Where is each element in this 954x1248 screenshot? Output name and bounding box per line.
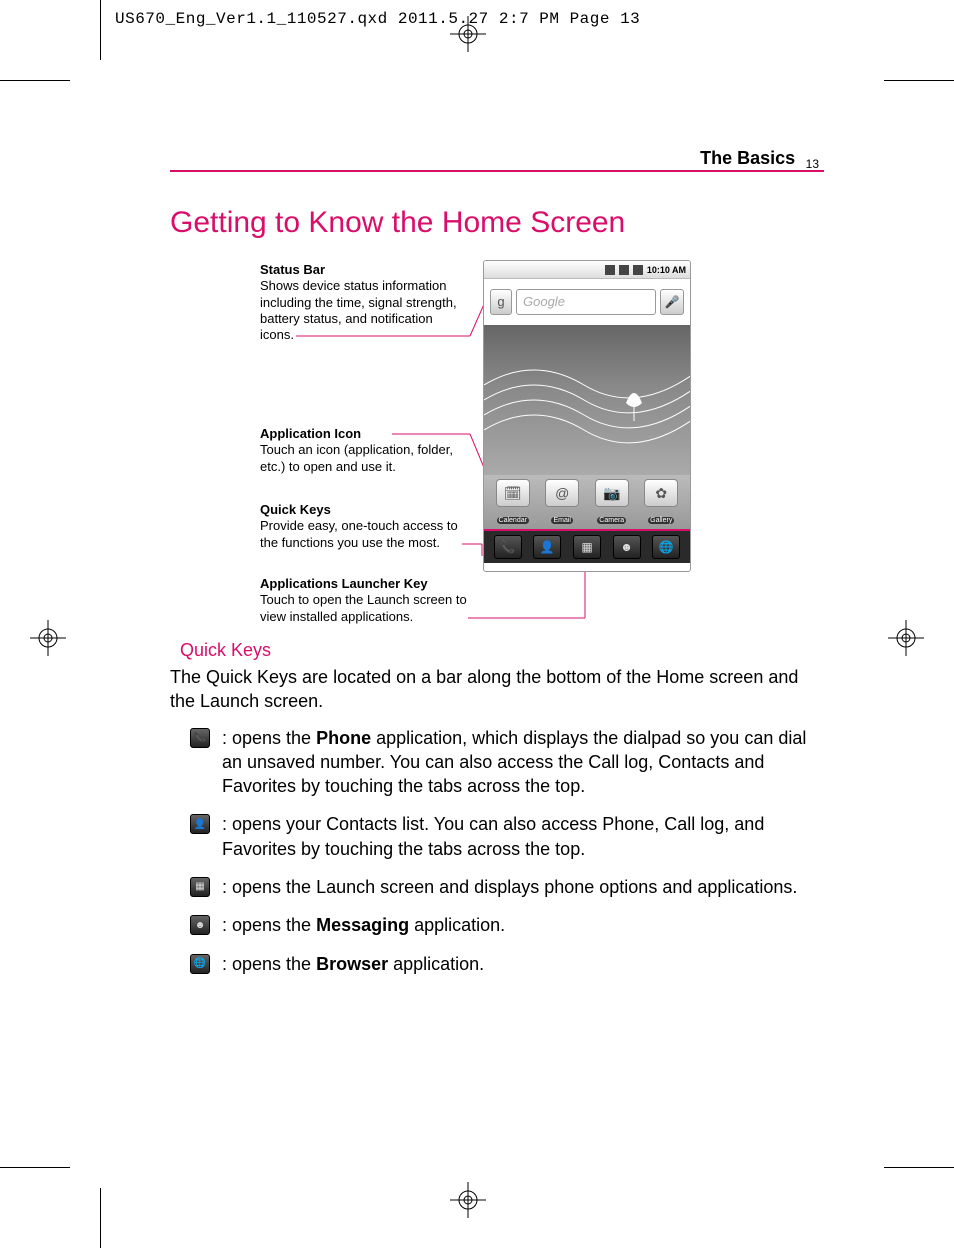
app-email: @ Email xyxy=(539,479,585,527)
quick-key-phone-text: : opens the Phone application, which dis… xyxy=(222,726,824,799)
crop-mark xyxy=(0,80,70,81)
home-screen-diagram: Status Bar Shows device status informati… xyxy=(170,256,824,626)
email-icon: @ xyxy=(545,479,579,507)
quick-keys-bar: 📞 👤 ▦ ☻ 🌐 xyxy=(484,529,690,563)
quick-key-launch: ▦ : opens the Launch screen and displays… xyxy=(190,875,824,899)
quick-key-contacts-text: : opens your Contacts list. You can also… xyxy=(222,812,824,861)
crop-mark xyxy=(0,1167,70,1168)
quick-key-phone: 📞 : opens the Phone application, which d… xyxy=(190,726,824,799)
app-gallery: ✿ Gallery xyxy=(638,479,684,527)
section-title: The Basics xyxy=(700,148,795,169)
quick-key-contacts: 👤 : opens your Contacts list. You can al… xyxy=(190,812,824,861)
browser-icon: 🌐 xyxy=(652,535,680,559)
search-input: Google xyxy=(516,289,656,315)
running-header: The Basics 13 xyxy=(700,148,819,171)
app-calendar: 🗓 Calendar xyxy=(490,479,536,527)
crop-mark xyxy=(884,1167,954,1168)
phone-icon: 📞 xyxy=(190,728,210,748)
signal-icon xyxy=(619,265,629,275)
camera-icon: 📷 xyxy=(595,479,629,507)
quick-key-messaging: ☻ : opens the Messaging application. xyxy=(190,913,824,937)
app-camera: 📷 Camera xyxy=(589,479,635,527)
mic-icon: 🎤 xyxy=(660,289,684,315)
phone-icon: 📞 xyxy=(494,535,522,559)
registration-mark-icon xyxy=(450,16,486,52)
registration-mark-icon xyxy=(450,1182,486,1218)
crop-mark xyxy=(100,1188,101,1248)
quick-key-launch-text: : opens the Launch screen and displays p… xyxy=(222,875,824,899)
crop-mark xyxy=(884,80,954,81)
quick-keys-list: 📞 : opens the Phone application, which d… xyxy=(170,726,824,976)
print-job-header: US670_Eng_Ver1.1_110527.qxd 2011.5.27 2:… xyxy=(115,10,640,28)
registration-mark-icon xyxy=(30,620,66,656)
quick-key-messaging-text: : opens the Messaging application. xyxy=(222,913,824,937)
clock: 10:10 AM xyxy=(647,265,686,275)
phone-screenshot: 10:10 AM g Google 🎤 xyxy=(483,260,691,572)
quick-keys-intro: The Quick Keys are located on a bar alon… xyxy=(170,665,824,714)
quick-key-browser: 🌐 : opens the Browser application. xyxy=(190,952,824,976)
home-apps-row: 🗓 Calendar @ Email 📷 Camera ✿ Gallery xyxy=(484,475,690,529)
registration-mark-icon xyxy=(888,620,924,656)
wallpaper-graphic xyxy=(484,325,690,475)
network-icon xyxy=(605,265,615,275)
contacts-icon: 👤 xyxy=(533,535,561,559)
contacts-icon: 👤 xyxy=(190,814,210,834)
calendar-icon: 🗓 xyxy=(496,479,530,507)
messaging-icon: ☻ xyxy=(613,535,641,559)
apps-grid-icon: ▦ xyxy=(190,877,210,897)
messaging-icon: ☻ xyxy=(190,915,210,935)
header-rule xyxy=(170,170,824,172)
google-icon: g xyxy=(490,289,512,315)
crop-mark xyxy=(100,0,101,60)
page-title: Getting to Know the Home Screen xyxy=(170,206,824,240)
quick-keys-heading: Quick Keys xyxy=(180,640,824,661)
gallery-icon: ✿ xyxy=(644,479,678,507)
apps-grid-icon: ▦ xyxy=(573,535,601,559)
status-bar: 10:10 AM xyxy=(484,261,690,279)
quick-key-browser-text: : opens the Browser application. xyxy=(222,952,824,976)
page-content: Getting to Know the Home Screen Status B… xyxy=(170,200,824,990)
battery-icon xyxy=(633,265,643,275)
browser-icon: 🌐 xyxy=(190,954,210,974)
manual-page: US670_Eng_Ver1.1_110527.qxd 2011.5.27 2:… xyxy=(0,0,954,1248)
search-widget: g Google 🎤 xyxy=(490,289,684,315)
